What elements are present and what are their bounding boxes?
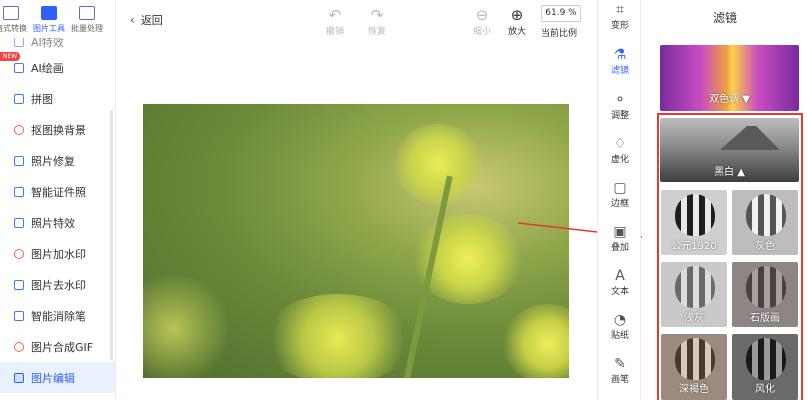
highlight-box	[657, 113, 803, 400]
sidebar-item-remove-watermark[interactable]: 图片去水印	[0, 269, 115, 300]
tab-label: 批量处理	[71, 24, 103, 33]
zoom-in-icon: ⊕	[510, 6, 524, 24]
batch-icon	[79, 6, 95, 20]
sidebar: 格式转换 图片工具 批量处理 AI特效 NEW AI绘画	[0, 0, 116, 400]
rail-item-transform[interactable]: ⌗ 变形	[598, 2, 642, 31]
id-photo-icon	[14, 186, 24, 197]
edit-icon	[14, 372, 24, 383]
zoom-out-icon: ⊖	[475, 6, 489, 24]
rail-item-label: 文本	[610, 287, 629, 297]
rail-item-border[interactable]: ▢ 边框	[598, 180, 642, 209]
redo-button[interactable]: ↷ 恢复	[360, 6, 394, 37]
sidebar-item-label: 照片修复	[31, 154, 75, 168]
repair-icon	[14, 155, 24, 166]
sidebar-item-add-watermark[interactable]: 图片加水印	[0, 238, 115, 269]
canvas-photo[interactable]	[143, 104, 569, 378]
rail-item-label: 贴纸	[610, 331, 629, 341]
sidebar-item-id-photo[interactable]: 智能证件照	[0, 176, 115, 207]
frame-icon: ▢	[613, 180, 627, 196]
top-category-nav: 格式转换 图片工具 批量处理	[0, 0, 115, 38]
undo-label: 撤销	[325, 27, 344, 37]
sidebar-scrollbar[interactable]	[110, 110, 113, 360]
sidebar-menu: AI特效 NEW AI绘画 拼图 抠图换背景 照片修复 智能证件照 照片特效 图…	[0, 32, 115, 393]
sidebar-item-label: 智能证件照	[31, 185, 86, 199]
sidebar-item-image-editor[interactable]: 图片编辑	[0, 362, 115, 393]
cutout-icon	[14, 124, 24, 135]
zoom-caption: 当前比例	[541, 29, 578, 39]
sidebar-item-label: 智能消除笔	[31, 309, 86, 323]
drop-icon: ♢	[613, 136, 627, 152]
rail-item-adjust[interactable]: ⚬ 调整	[598, 92, 642, 121]
app-window: 格式转换 图片工具 批量处理 AI特效 NEW AI绘画	[0, 0, 808, 400]
redo-icon: ↷	[370, 6, 384, 24]
rail-item-label: 画笔	[610, 375, 629, 385]
new-badge: NEW	[0, 52, 21, 61]
rail-item-sticker[interactable]: ◔ 贴纸	[598, 312, 642, 341]
zoom-in-button[interactable]: ⊕ 放大	[500, 6, 534, 37]
convert-icon	[3, 6, 19, 20]
rail-item-label: 虚化	[610, 155, 629, 165]
panel-title: 滤镜	[712, 11, 737, 25]
eraser-icon	[14, 310, 24, 321]
text-icon: A	[615, 268, 625, 284]
rail-item-filter[interactable]: ⚗ 滤镜	[598, 47, 642, 76]
tab-format-convert[interactable]: 格式转换	[0, 0, 30, 38]
category-label: 双色调 ▼	[709, 94, 750, 105]
zoom-value-field[interactable]: 61.9 %	[541, 5, 581, 22]
redo-label: 恢复	[367, 27, 386, 37]
undo-button[interactable]: ↶ 撤销	[318, 6, 352, 37]
sidebar-item-cutout[interactable]: 抠图换背景	[0, 114, 115, 145]
tab-label: 图片工具	[33, 24, 65, 33]
sidebar-item-label: 拼图	[31, 92, 53, 106]
rail-item-blur[interactable]: ♢ 虚化	[598, 136, 642, 165]
tab-label: 格式转换	[0, 24, 27, 33]
zoom-out-button[interactable]: ⊖ 缩小	[465, 6, 499, 37]
image-tools-icon	[41, 6, 57, 20]
rail-item-overlay[interactable]: ▣ 叠加	[598, 224, 642, 253]
sidebar-item-label: AI绘画	[31, 61, 64, 75]
sidebar-item-label: 图片加水印	[31, 247, 86, 261]
sidebar-item-label: 图片合成GIF	[31, 340, 94, 354]
undo-icon: ↶	[328, 6, 342, 24]
sidebar-item-photo-effects[interactable]: 照片特效	[0, 207, 115, 238]
sidebar-item-label: 图片编辑	[31, 371, 75, 385]
gif-icon	[14, 341, 24, 352]
adjust-icon: ⚬	[614, 92, 626, 108]
zoom-out-label: 缩小	[472, 27, 491, 37]
rail-item-label: 滤镜	[610, 66, 629, 76]
sidebar-item-collage[interactable]: 拼图	[0, 83, 115, 114]
rail-item-label: 叠加	[610, 243, 629, 253]
overlay-icon: ▣	[613, 224, 627, 240]
sidebar-item-label: 抠图换背景	[31, 123, 86, 137]
rail-item-label: 调整	[610, 111, 629, 121]
back-label: 返回	[140, 14, 163, 27]
chevron-left-icon: ‹	[130, 13, 135, 27]
sidebar-item-photo-repair[interactable]: 照片修复	[0, 145, 115, 176]
collage-icon	[14, 93, 24, 104]
rail-item-text[interactable]: A 文本	[598, 268, 642, 297]
sidebar-item-smart-eraser[interactable]: 智能消除笔	[0, 300, 115, 331]
zoom-in-label: 放大	[507, 27, 526, 37]
tool-rail: ⌗ 变形 ⚗ 滤镜 ⚬ 调整 ♢ 虚化 ▢ 边框 ▣ 叠加 A 文本 ◔ 贴纸	[597, 0, 641, 400]
rail-item-label: 边框	[610, 199, 629, 209]
rail-item-label: 变形	[610, 21, 629, 31]
flask-icon: ⚗	[613, 47, 627, 63]
sticker-icon: ◔	[613, 312, 627, 328]
back-button[interactable]: ‹ 返回	[130, 12, 163, 28]
tab-batch-process[interactable]: 批量处理	[68, 0, 106, 38]
remove-watermark-icon	[14, 279, 24, 290]
sidebar-item-label: 照片特效	[31, 216, 75, 230]
sidebar-item-ai-painting[interactable]: NEW AI绘画	[0, 52, 115, 83]
rail-item-brush[interactable]: ✎ 画笔	[598, 356, 642, 385]
filter-category-duotone[interactable]: 双色调 ▼	[660, 45, 799, 111]
ai-effects-icon	[14, 37, 24, 47]
tab-image-tools[interactable]: 图片工具	[30, 0, 68, 38]
watermark-icon	[14, 248, 24, 259]
sidebar-item-label: 图片去水印	[31, 278, 86, 292]
palette-icon	[14, 62, 24, 73]
brush-icon: ✎	[614, 356, 626, 372]
sidebar-item-gif-maker[interactable]: 图片合成GIF	[0, 331, 115, 362]
crop-icon: ⌗	[616, 2, 624, 18]
effects-icon	[14, 217, 24, 228]
